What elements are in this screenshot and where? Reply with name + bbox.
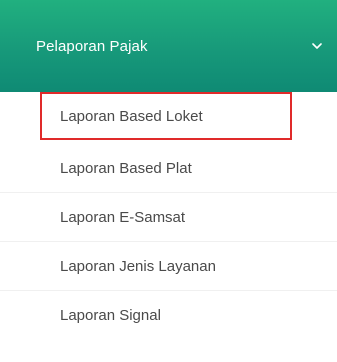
chevron-down-icon[interactable] <box>311 40 323 52</box>
menu-group-label: Pelaporan Pajak <box>36 37 148 55</box>
submenu-item-label: Laporan Based Loket <box>60 108 203 125</box>
submenu-item-laporan-based-plat[interactable]: Laporan Based Plat <box>0 144 337 193</box>
submenu-item-label: Laporan E-Samsat <box>60 208 186 226</box>
sidebar-menu: Pelaporan Pajak Laporan Based Loket Lapo… <box>0 0 337 362</box>
submenu-item-laporan-e-samsat[interactable]: Laporan E-Samsat <box>0 193 337 242</box>
submenu-item-laporan-signal[interactable]: Laporan Signal <box>0 291 337 340</box>
submenu-item-laporan-based-loket[interactable]: Laporan Based Loket <box>0 92 337 141</box>
submenu-list: Laporan Based Loket Laporan Based Plat L… <box>0 92 337 340</box>
menu-group-pelaporan-pajak[interactable]: Pelaporan Pajak <box>0 0 337 92</box>
submenu-item-label: Laporan Based Plat <box>60 159 192 177</box>
submenu-item-label: Laporan Jenis Layanan <box>60 257 216 275</box>
submenu-item-label: Laporan Signal <box>60 307 161 324</box>
submenu-item-laporan-jenis-layanan[interactable]: Laporan Jenis Layanan <box>0 242 337 291</box>
